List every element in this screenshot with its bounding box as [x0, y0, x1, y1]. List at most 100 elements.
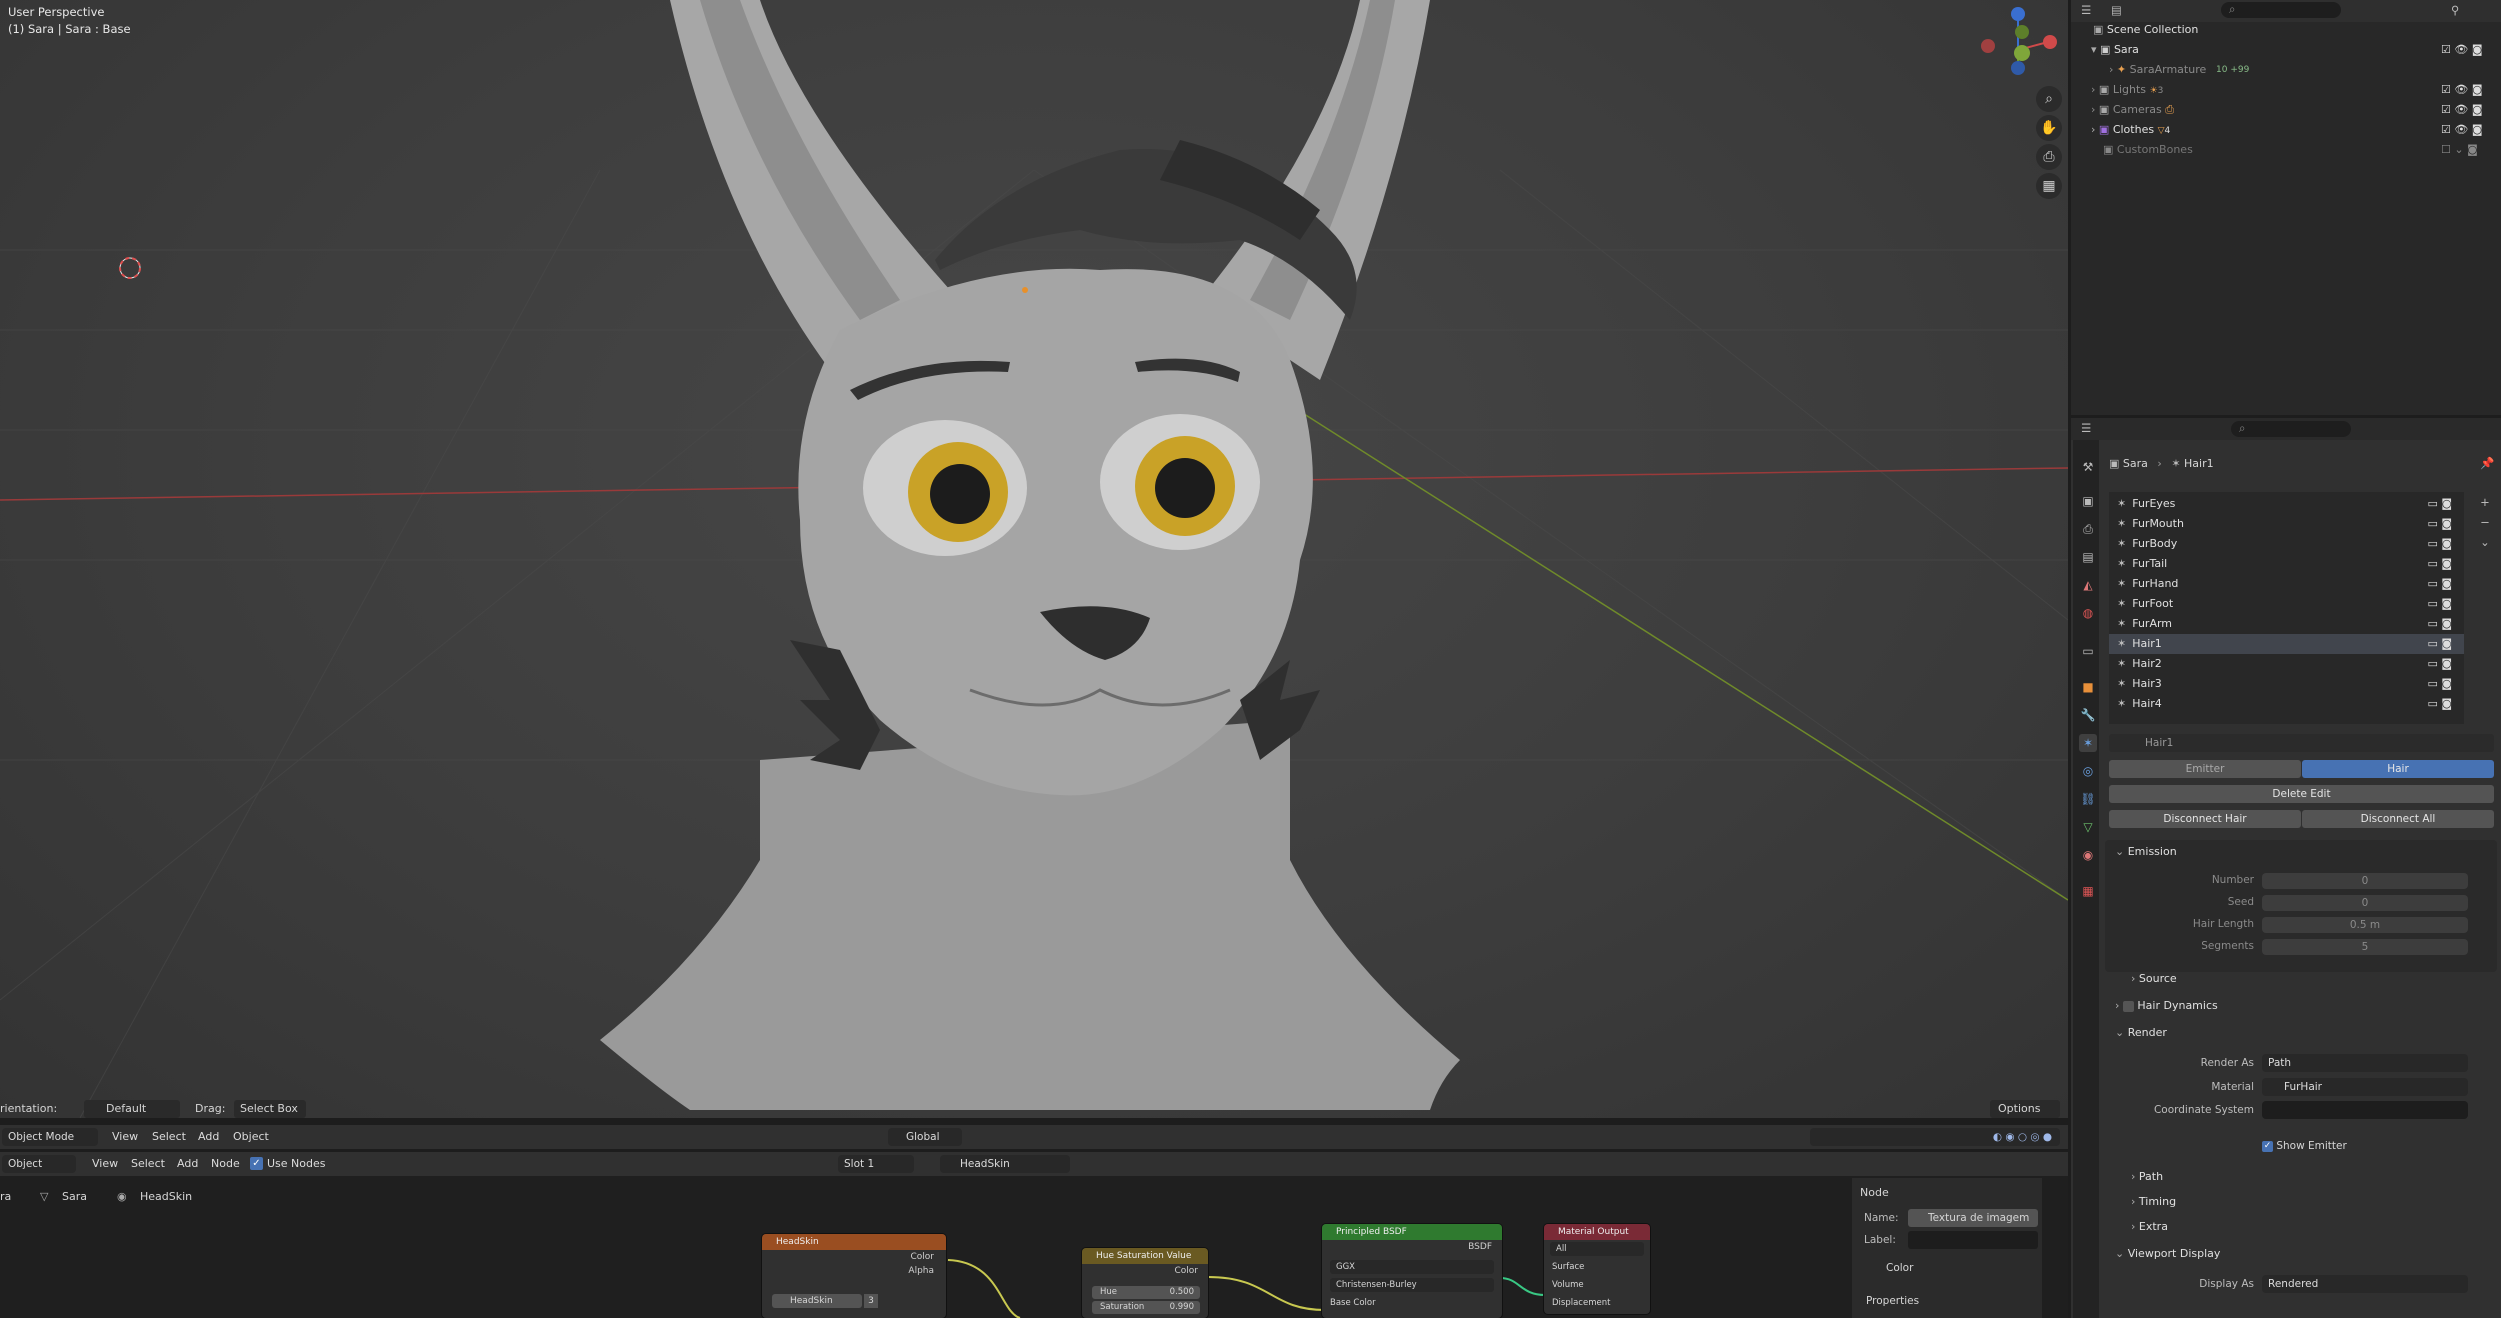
list-side-buttons[interactable]: + − ⌄ [2476, 492, 2494, 552]
output-target-dropdown[interactable]: All [1550, 1242, 1644, 1256]
particle-visibility-toggles[interactable]: ▭ ◙ [2427, 694, 2452, 714]
coordinate-system-field[interactable] [2262, 1101, 2468, 1119]
visibility-toggles[interactable]: ☑ 👁 ◙ [2441, 80, 2483, 100]
pin-icon[interactable]: 📌 [2480, 456, 2494, 470]
particle-visibility-toggles[interactable]: ▭ ◙ [2427, 534, 2452, 554]
properties-search[interactable]: ⌕ [2231, 421, 2351, 437]
particle-visibility-toggles[interactable]: ▭ ◙ [2427, 594, 2452, 614]
particle-system-item[interactable]: ✶ Hair4 ▭ ◙ [2109, 694, 2464, 714]
visibility-toggles[interactable]: ☑ 👁 ◙ [2441, 40, 2483, 60]
render-as-dropdown[interactable]: Path [2262, 1054, 2468, 1072]
collection-row-custombones[interactable]: ▣ CustomBones ☐ ⌄ ◙ [2071, 140, 2501, 160]
collection-row-lights[interactable]: › ▣ Lights ☀3 ☑ 👁 ◙ [2071, 80, 2501, 100]
view-layer-tab-icon[interactable]: ▤ [2079, 548, 2097, 566]
disconnect-all-button[interactable]: Disconnect All [2302, 810, 2494, 828]
collection-row-cameras[interactable]: › ▣ Cameras ⎙ ☑ 👁 ◙ [2071, 100, 2501, 120]
menu-select[interactable]: Select [152, 1126, 186, 1148]
display-mode-icon[interactable]: ▤ [2111, 3, 2122, 17]
particle-visibility-toggles[interactable]: ▭ ◙ [2427, 674, 2452, 694]
particle-visibility-toggles[interactable]: ▭ ◙ [2427, 634, 2452, 654]
type-hair-button[interactable]: Hair [2302, 760, 2494, 778]
visibility-toggles[interactable]: ☐ ⌄ ◙ [2441, 140, 2478, 160]
particle-system-item[interactable]: ✶ FurBody ▭ ◙ [2109, 534, 2464, 554]
extra-subpanel[interactable]: › Extra [2131, 1217, 2168, 1237]
editor-type-icon[interactable]: ☰ [2081, 421, 2091, 435]
source-subpanel[interactable]: › Source [2131, 969, 2177, 989]
options-dropdown[interactable]: Options [1990, 1100, 2060, 1118]
particles-tab-icon[interactable]: ✶ [2079, 734, 2097, 752]
particle-visibility-toggles[interactable]: ▭ ◙ [2427, 514, 2452, 534]
particle-visibility-toggles[interactable]: ▭ ◙ [2427, 614, 2452, 634]
distribution-dropdown[interactable]: GGX [1330, 1260, 1494, 1274]
particle-visibility-toggles[interactable]: ▭ ◙ [2427, 494, 2452, 514]
display-as-dropdown[interactable]: Rendered [2262, 1275, 2468, 1293]
particle-settings-field[interactable]: Hair1 [2109, 734, 2494, 752]
material-output-node[interactable]: Material Output All Surface Volume Displ… [1544, 1224, 1650, 1314]
hair-length-field[interactable]: 0.5 m [2262, 917, 2468, 933]
hair-dynamics-panel[interactable]: › Hair Dynamics [2115, 996, 2218, 1016]
render-tab-icon[interactable]: ▣ [2079, 492, 2097, 510]
world-tab-icon[interactable]: ◍ [2079, 604, 2097, 622]
socket-surface[interactable]: Surface [1552, 1262, 1584, 1272]
particle-system-item[interactable]: ✶ FurFoot ▭ ◙ [2109, 594, 2464, 614]
hair-dynamics-checkbox[interactable] [2122, 1000, 2134, 1012]
data-tab-icon[interactable]: ▽ [2079, 818, 2097, 836]
shader-editor[interactable]: Object View Select Add Node ✓ Use Nodes … [0, 1152, 2068, 1318]
principled-bsdf-node[interactable]: Principled BSDF BSDF GGX Christensen-Bur… [1322, 1224, 1502, 1318]
menu-object[interactable]: Object [233, 1126, 269, 1148]
image-name-field[interactable]: HeadSkin [772, 1294, 862, 1308]
material-dropdown[interactable]: FurHair [2262, 1078, 2468, 1096]
shading-controls[interactable]: ◐ ◉ ○ ◎ ● [1810, 1128, 2060, 1146]
hue-saturation-node[interactable]: Hue Saturation Value Color Hue 0.500 Satu… [1082, 1248, 1208, 1318]
collection-row-sara[interactable]: ▾ ▣ Sara ☑ 👁 ◙ [2071, 40, 2501, 60]
hue-field[interactable]: Hue 0.500 [1092, 1286, 1200, 1299]
object-tab-icon[interactable]: ■ [2079, 678, 2097, 696]
timing-subpanel[interactable]: › Timing [2131, 1192, 2176, 1212]
particle-visibility-toggles[interactable]: ▭ ◙ [2427, 574, 2452, 594]
particle-system-item[interactable]: ✶ FurMouth ▭ ◙ [2109, 514, 2464, 534]
particle-system-item[interactable]: ✶ Hair1 ▭ ◙ [2109, 634, 2464, 654]
seed-field[interactable]: 0 [2262, 895, 2468, 911]
outliner-search[interactable]: ⌕ [2221, 2, 2341, 18]
mode-dropdown[interactable]: Object Mode [2, 1128, 98, 1146]
menu-view[interactable]: View [112, 1126, 138, 1148]
constraints-tab-icon[interactable]: ⛓ [2079, 790, 2097, 808]
viewport-display-header[interactable]: ⌄ Viewport Display [2115, 1244, 2220, 1264]
particle-system-item[interactable]: ✶ FurHand ▭ ◙ [2109, 574, 2464, 594]
physics-tab-icon[interactable]: ◎ [2079, 762, 2097, 780]
zoom-icon[interactable]: ⌕ [2036, 86, 2062, 112]
collection-row-clothes[interactable]: › ▣ Clothes ▽4 ☑ 👁 ◙ [2071, 120, 2501, 140]
particle-system-item[interactable]: ✶ FurEyes ▭ ◙ [2109, 494, 2464, 514]
subsurface-method-dropdown[interactable]: Christensen-Burley [1330, 1278, 1494, 1292]
socket-bsdf[interactable]: BSDF [1322, 1240, 1502, 1254]
node-panel-header[interactable]: Node [1860, 1186, 1889, 1199]
socket-alpha[interactable]: Alpha [762, 1264, 946, 1278]
output-tab-icon[interactable]: ⎙ [2079, 520, 2097, 538]
image-texture-node[interactable]: HeadSkin Color Alpha HeadSkin 3 [762, 1234, 946, 1318]
orientation-dropdown[interactable]: Default [84, 1100, 180, 1118]
material-tab-icon[interactable]: ◉ [2079, 846, 2097, 864]
node-name-field[interactable]: Textura de imagem [1908, 1209, 2038, 1227]
socket-base-color[interactable]: Base Color [1330, 1298, 1376, 1308]
type-emitter-button[interactable]: Emitter [2109, 760, 2301, 778]
socket-displacement[interactable]: Displacement [1552, 1298, 1610, 1308]
tool-tab-icon[interactable]: ⚒ [2079, 458, 2097, 476]
particle-visibility-toggles[interactable]: ▭ ◙ [2427, 654, 2452, 674]
pan-hand-icon[interactable]: ✋ [2036, 115, 2062, 141]
filter-icon[interactable]: ⚲ [2451, 3, 2459, 17]
visibility-toggles[interactable]: ☑ 👁 ◙ [2441, 120, 2483, 140]
particle-visibility-toggles[interactable]: ▭ ◙ [2427, 554, 2452, 574]
emission-header[interactable]: ⌄ Emission [2115, 842, 2177, 862]
socket-color[interactable]: Color [762, 1250, 946, 1264]
segments-field[interactable]: 5 [2262, 939, 2468, 955]
delete-edit-button[interactable]: Delete Edit [2109, 785, 2494, 803]
node-label-field[interactable] [1908, 1231, 2038, 1249]
drag-dropdown[interactable]: Select Box [234, 1100, 306, 1118]
particle-system-item[interactable]: ✶ Hair3 ▭ ◙ [2109, 674, 2464, 694]
3d-viewport[interactable]: User Perspective (1) Sara | Sara : Base … [0, 0, 2068, 1118]
transform-orientation-dropdown[interactable]: Global [888, 1128, 962, 1146]
object-row-saraarmature[interactable]: › ✦ SaraArmature 10 +99 [2071, 60, 2501, 80]
socket-volume[interactable]: Volume [1552, 1280, 1584, 1290]
particle-system-item[interactable]: ✶ FurArm ▭ ◙ [2109, 614, 2464, 634]
ortho-grid-icon[interactable]: ▦ [2036, 173, 2062, 199]
